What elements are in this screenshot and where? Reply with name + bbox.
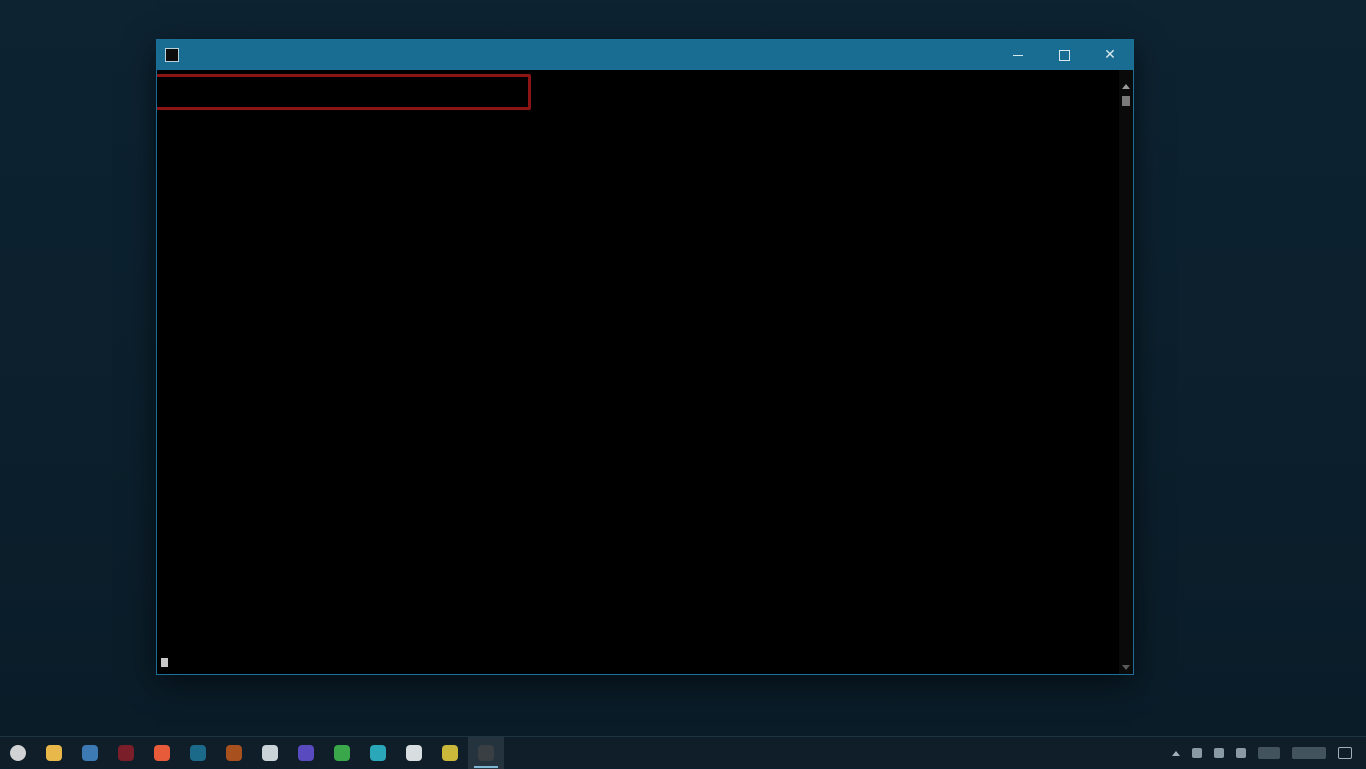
battery-icon [1236, 748, 1246, 758]
text-cursor [161, 658, 168, 667]
taskbar-app-app-cyan[interactable] [360, 737, 396, 769]
table-cell [251, 134, 287, 146]
settings-icon [82, 744, 98, 761]
taskbar-app-app-purple[interactable] [288, 737, 324, 769]
start-button[interactable] [0, 737, 36, 769]
table-cell [195, 134, 251, 146]
tray-clock[interactable] [1286, 737, 1332, 769]
taskbar-app-app-white[interactable] [396, 737, 432, 769]
file-explorer-icon [46, 744, 62, 761]
app-brown-icon [226, 744, 242, 761]
app-red-icon [118, 744, 134, 761]
table-cell [399, 134, 431, 146]
chevron-up-icon [1172, 750, 1180, 756]
language-indicator [1258, 747, 1280, 759]
table-cell [371, 134, 399, 146]
taskbar-app-app-orange[interactable] [144, 737, 180, 769]
table-cell [287, 134, 327, 146]
taskbar-app-app-grey[interactable] [252, 737, 288, 769]
notification-icon [1338, 747, 1352, 759]
tray-battery[interactable] [1230, 737, 1252, 769]
volume-icon [1214, 748, 1224, 758]
command-prompt-icon [478, 744, 494, 761]
window-controls: ✕ [995, 40, 1133, 70]
taskbar-app-app-green[interactable] [324, 737, 360, 769]
taskbar-app-command-prompt[interactable] [468, 736, 504, 769]
table-cell [431, 134, 471, 146]
tray-network[interactable] [1186, 737, 1208, 769]
taskbar-app-settings[interactable] [72, 737, 108, 769]
close-button[interactable]: ✕ [1087, 40, 1133, 70]
console-output[interactable] [157, 70, 1119, 674]
table-cell [161, 134, 195, 146]
scroll-thumb[interactable] [1122, 96, 1130, 106]
window-titlebar[interactable]: ✕ [157, 40, 1133, 70]
app-orange-icon [154, 744, 170, 761]
network-icon [1192, 748, 1202, 758]
app-teal-icon [190, 744, 206, 761]
scroll-up-icon[interactable] [1122, 84, 1130, 89]
app-yellow-icon [442, 744, 458, 761]
console-app-icon [165, 48, 179, 62]
tray-volume[interactable] [1208, 737, 1230, 769]
table-row [161, 134, 521, 146]
close-icon: ✕ [1104, 47, 1116, 63]
console-scrollbar[interactable] [1119, 70, 1133, 674]
tray-overflow-button[interactable] [1166, 737, 1186, 769]
clock-display [1292, 747, 1326, 759]
taskbar-app-app-red[interactable] [108, 737, 144, 769]
taskbar-app-app-yellow[interactable] [432, 737, 468, 769]
scroll-down-icon[interactable] [1122, 665, 1130, 670]
table-cell [327, 134, 371, 146]
taskbar-app-file-explorer[interactable] [36, 737, 72, 769]
app-green-icon [334, 744, 350, 761]
system-tray [1166, 737, 1366, 769]
taskbar-app-app-brown[interactable] [216, 737, 252, 769]
command-prompt-window[interactable]: ✕ [157, 40, 1133, 674]
command-line [163, 88, 633, 102]
maximize-button[interactable] [1041, 40, 1087, 70]
output-table [161, 134, 521, 146]
app-white-icon [406, 744, 422, 761]
minimize-button[interactable] [995, 40, 1041, 70]
taskbar [0, 736, 1366, 769]
windows-logo-icon [10, 744, 26, 761]
app-cyan-icon [370, 744, 386, 761]
table-cell [471, 134, 509, 146]
app-purple-icon [298, 744, 314, 761]
taskbar-apps [36, 736, 504, 769]
taskbar-app-app-teal[interactable] [180, 737, 216, 769]
tray-language[interactable] [1252, 737, 1286, 769]
notification-button[interactable] [1332, 737, 1366, 769]
app-grey-icon [262, 744, 278, 761]
